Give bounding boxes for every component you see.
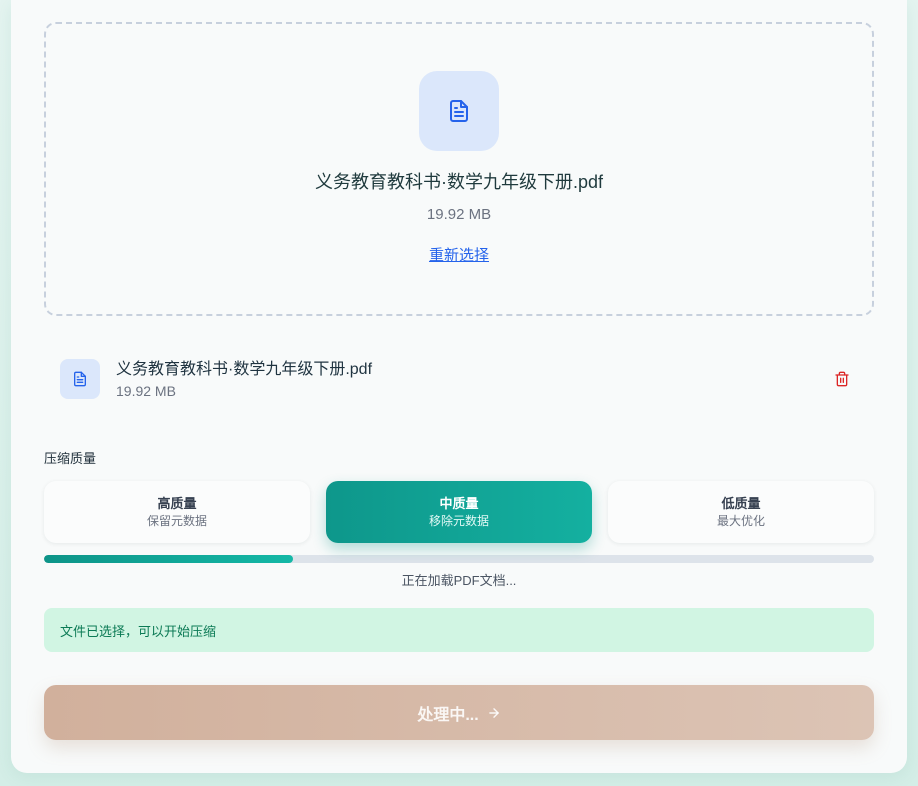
progress-bar xyxy=(44,555,874,563)
file-text-icon xyxy=(60,359,100,399)
quality-option-high[interactable]: 高质量 保留元数据 xyxy=(44,481,310,543)
compress-button-label: 处理中... xyxy=(417,706,479,724)
file-list-size: 19.92 MB xyxy=(116,382,176,399)
option-title: 低质量 xyxy=(721,495,761,511)
progress-fill xyxy=(44,555,293,563)
success-alert: 文件已选择，可以开始压缩 xyxy=(44,608,874,652)
compress-card: 义务教育教科书·数学九年级下册.pdf 19.92 MB 重新选择 义务教育教科… xyxy=(11,0,907,773)
selected-file-name: 义务教育教科书·数学九年级下册.pdf xyxy=(314,172,604,192)
file-list-item: 义务教育教科书·数学九年级下册.pdf 19.92 MB xyxy=(44,343,874,415)
arrow-right-icon xyxy=(487,706,501,720)
file-text-icon xyxy=(419,71,499,151)
quality-options: 高质量 保留元数据 中质量 移除元数据 低质量 最大优化 xyxy=(44,481,874,543)
option-title: 高质量 xyxy=(157,495,197,511)
trash-icon xyxy=(835,371,849,387)
upload-dropzone[interactable]: 义务教育教科书·数学九年级下册.pdf 19.92 MB 重新选择 xyxy=(44,22,874,316)
option-title: 中质量 xyxy=(439,495,479,511)
alert-text: 文件已选择，可以开始压缩 xyxy=(60,623,217,639)
option-desc: 最大优化 xyxy=(716,513,765,528)
file-info: 义务教育教科书·数学九年级下册.pdf 19.92 MB xyxy=(116,359,826,400)
reselect-link[interactable]: 重新选择 xyxy=(429,246,489,266)
option-desc: 保留元数据 xyxy=(146,513,207,528)
progress-status: 正在加载PDF文档... xyxy=(401,573,517,588)
quality-option-low[interactable]: 低质量 最大优化 xyxy=(608,481,874,543)
quality-label: 压缩质量 xyxy=(44,451,97,466)
compress-button[interactable]: 处理中... xyxy=(44,685,874,740)
selected-file-size: 19.92 MB xyxy=(426,206,492,223)
file-list-name: 义务教育教科书·数学九年级下册.pdf xyxy=(116,360,373,378)
delete-file-button[interactable] xyxy=(826,363,858,395)
quality-option-medium[interactable]: 中质量 移除元数据 xyxy=(326,481,592,543)
option-desc: 移除元数据 xyxy=(428,513,489,528)
